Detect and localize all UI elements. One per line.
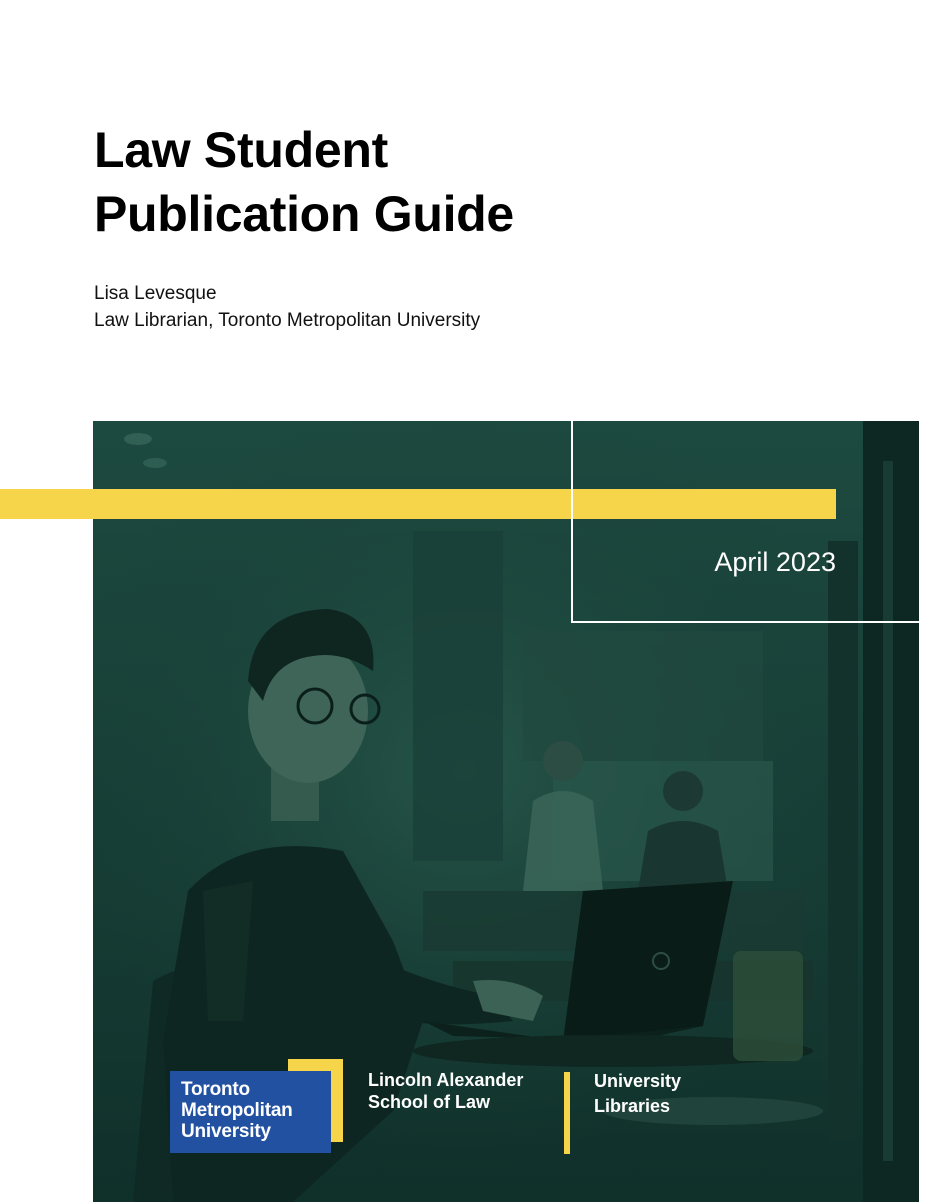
libraries-line-2: Libraries	[594, 1096, 671, 1116]
logo-divider	[564, 1072, 570, 1154]
tmu-logo: Toronto Metropolitan University	[170, 1071, 331, 1153]
title-line-2: Publication Guide	[94, 186, 514, 242]
date-frame	[571, 421, 919, 623]
author-role: Law Librarian, Toronto Metropolitan Univ…	[94, 310, 481, 331]
document-title: Law Student Publication Guide	[94, 118, 514, 246]
libraries-line-1: University	[594, 1071, 682, 1091]
tmu-logo-line-2: Metropolitan	[181, 1100, 293, 1121]
title-line-1: Law Student	[94, 122, 388, 178]
school-of-law-label: Lincoln Alexander School of Law	[368, 1069, 523, 1113]
tmu-logo-line-3: University	[181, 1121, 271, 1142]
cover-page: Law Student Publication Guide Lisa Leves…	[0, 0, 934, 1202]
school-line-2: School of Law	[368, 1092, 491, 1112]
tmu-logo-line-1: Toronto	[181, 1079, 250, 1100]
university-libraries-label: University Libraries	[594, 1069, 681, 1119]
author-name: Lisa Levesque	[94, 283, 217, 304]
school-line-1: Lincoln Alexander	[368, 1070, 524, 1090]
author-block: Lisa Levesque Law Librarian, Toronto Met…	[94, 280, 480, 334]
publication-date: April 2023	[714, 547, 836, 577]
